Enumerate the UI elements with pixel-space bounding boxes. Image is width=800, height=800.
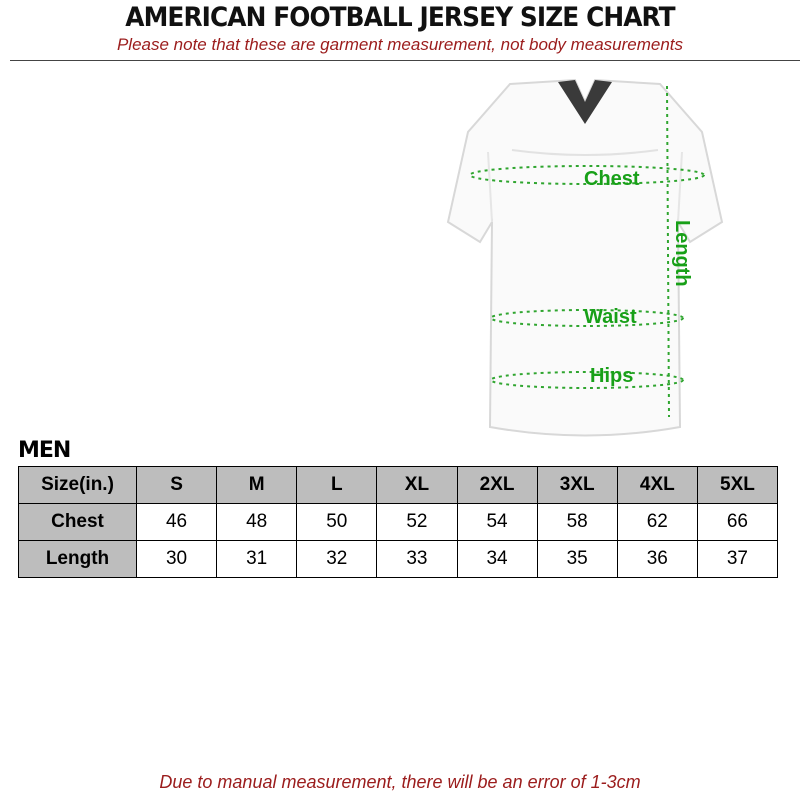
- page-title: AMERICAN FOOTBALL JERSEY SIZE CHART: [125, 2, 675, 33]
- header-cell: S: [135, 466, 218, 504]
- table-cell: 54: [456, 503, 538, 541]
- table-header-row: Size(in.) S M L XL 2XL 3XL 4XL 5XL: [18, 466, 779, 504]
- header-cell: Size(in.): [18, 466, 137, 504]
- table-cell: 50: [296, 503, 378, 541]
- waist-label: Waist: [584, 306, 637, 328]
- table-cell: 66: [696, 503, 779, 541]
- chest-label: Chest: [584, 168, 640, 190]
- header-cell: XL: [376, 466, 458, 504]
- table-row: Length 30 31 32 33 34 35 36 37: [18, 540, 779, 578]
- table-cell: 30: [135, 540, 218, 578]
- table-cell: 33: [376, 540, 458, 578]
- table-cell: 48: [216, 503, 298, 541]
- jersey-image: Chest Waist Hips Length: [446, 78, 724, 437]
- header-cell: L: [296, 466, 378, 504]
- header-cell: 4XL: [616, 466, 698, 504]
- section-label-men: MEN: [18, 438, 71, 463]
- row-label-length: Length: [18, 540, 137, 578]
- table-cell: 46: [135, 503, 218, 541]
- title-divider: [10, 60, 800, 61]
- table-cell: 52: [376, 503, 458, 541]
- header-cell: 3XL: [536, 466, 618, 504]
- table-cell: 35: [536, 540, 618, 578]
- page-subtitle: Please note that these are garment measu…: [116, 35, 684, 54]
- table-cell: 36: [616, 540, 698, 578]
- size-table: Size(in.) S M L XL 2XL 3XL 4XL 5XL Chest…: [18, 466, 779, 578]
- table-cell: 62: [616, 503, 698, 541]
- header-cell: 5XL: [696, 466, 779, 504]
- table-cell: 58: [536, 503, 618, 541]
- header-cell: M: [216, 466, 298, 504]
- table-cell: 32: [296, 540, 378, 578]
- hips-label: Hips: [590, 365, 633, 387]
- table-cell: 37: [696, 540, 779, 578]
- table-cell: 34: [456, 540, 538, 578]
- length-label: Length: [671, 220, 693, 287]
- header-cell: 2XL: [456, 466, 538, 504]
- table-row: Chest 46 48 50 52 54 58 62 66: [18, 503, 779, 541]
- row-label-chest: Chest: [18, 503, 137, 541]
- footer-note: Due to manual measurement, there will be…: [159, 772, 641, 792]
- table-cell: 31: [216, 540, 298, 578]
